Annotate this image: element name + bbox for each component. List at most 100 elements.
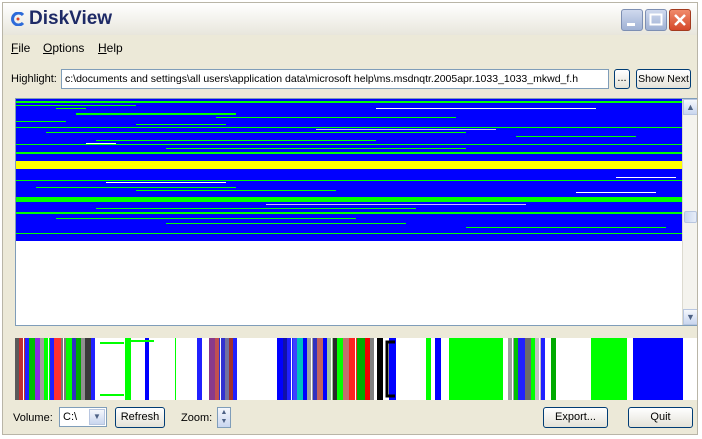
strip-segment[interactable]	[66, 338, 72, 400]
strip-segment[interactable]	[525, 338, 531, 400]
strip-segment[interactable]	[95, 338, 125, 400]
strip-segment[interactable]	[323, 338, 327, 400]
strip-segment[interactable]	[374, 338, 377, 400]
strip-segment[interactable]	[149, 338, 197, 400]
strip-segment[interactable]	[307, 338, 313, 400]
strip-segment[interactable]	[19, 338, 25, 400]
strip-segment[interactable]	[581, 338, 591, 400]
strip-segment[interactable]	[72, 338, 76, 400]
menu-options[interactable]: Options	[43, 41, 84, 55]
scroll-down-icon[interactable]: ▼	[683, 309, 697, 325]
strip-segment[interactable]	[518, 338, 525, 400]
strip-segment[interactable]	[287, 338, 293, 400]
disk-cluster-map[interactable]	[16, 99, 682, 325]
chevron-down-icon[interactable]: ▼	[89, 409, 105, 425]
strip-segment[interactable]	[514, 338, 518, 400]
strip-segment[interactable]	[535, 338, 541, 400]
strip-segment[interactable]	[556, 338, 581, 400]
show-next-button[interactable]: Show Next	[636, 69, 691, 89]
highlight-path-field[interactable]: c:\documents and settings\all users\appl…	[61, 69, 609, 89]
strip-segment[interactable]	[313, 338, 317, 400]
strip-segment[interactable]	[449, 338, 503, 400]
strip-segment[interactable]	[396, 338, 426, 400]
strip-segment[interactable]	[591, 338, 627, 400]
strip-segment[interactable]	[225, 338, 229, 400]
strip-segment[interactable]	[683, 338, 698, 400]
zoom-label: Zoom:	[181, 412, 213, 424]
menu-file[interactable]: File	[11, 41, 30, 55]
strip-segment[interactable]	[29, 338, 35, 400]
strip-segment[interactable]	[293, 338, 297, 400]
scrollbar-thumb[interactable]	[684, 211, 697, 223]
strip-segment[interactable]	[303, 338, 307, 400]
vertical-scrollbar[interactable]: ▲ ▼	[682, 99, 697, 325]
strip-segment[interactable]	[551, 338, 556, 400]
strip-segment[interactable]	[202, 338, 209, 400]
strip-segment[interactable]	[370, 338, 374, 400]
quit-button[interactable]: Quit	[628, 407, 693, 428]
strip-segment[interactable]	[219, 338, 225, 400]
strip-segment[interactable]	[435, 338, 441, 400]
strip-segment[interactable]	[426, 338, 431, 400]
strip-segment[interactable]	[441, 338, 449, 400]
strip-segment[interactable]	[627, 338, 633, 400]
strip-segment[interactable]	[145, 338, 149, 400]
title-bar[interactable]: DiskView	[3, 3, 697, 35]
strip-line	[129, 338, 130, 400]
strip-segment[interactable]	[545, 338, 551, 400]
maximize-button[interactable]	[645, 9, 667, 31]
strip-segment[interactable]	[54, 338, 61, 400]
strip-segment[interactable]	[333, 338, 337, 400]
maximize-icon	[649, 13, 663, 26]
strip-segment[interactable]	[337, 338, 343, 400]
close-button[interactable]	[669, 9, 691, 31]
strip-segment[interactable]	[131, 338, 145, 400]
menu-help[interactable]: Help	[98, 41, 123, 55]
strip-segment[interactable]	[357, 338, 365, 400]
strip-segment[interactable]	[25, 338, 29, 400]
strip-segment[interactable]	[431, 338, 435, 400]
strip-segment[interactable]	[40, 338, 44, 400]
strip-segment[interactable]	[508, 338, 514, 400]
strip-segment[interactable]	[44, 338, 50, 400]
cluster-map-panel[interactable]: ▲ ▼	[15, 98, 697, 326]
strip-segment[interactable]	[81, 338, 85, 400]
strip-segment[interactable]	[237, 338, 277, 400]
volume-overview-bars[interactable]	[15, 338, 698, 400]
refresh-button[interactable]: Refresh	[115, 407, 165, 428]
strip-segment[interactable]	[209, 338, 215, 400]
strip-segment[interactable]	[377, 338, 383, 400]
strip-segment[interactable]	[125, 338, 131, 400]
strip-segment[interactable]	[85, 338, 91, 400]
zoom-spinner[interactable]: ▲ ▼	[217, 407, 231, 428]
strip-segment[interactable]	[76, 338, 81, 400]
strip-segment[interactable]	[297, 338, 303, 400]
volume-select[interactable]: C:\ ▼	[59, 407, 107, 427]
strip-segment[interactable]	[197, 338, 202, 400]
strip-segment[interactable]	[91, 338, 95, 400]
strip-segment[interactable]	[327, 338, 333, 400]
strip-segment[interactable]	[15, 338, 19, 400]
strip-segment[interactable]	[365, 338, 370, 400]
strip-segment[interactable]	[317, 338, 323, 400]
minimize-icon	[627, 23, 635, 26]
strip-mark	[130, 340, 154, 342]
strip-segment[interactable]	[233, 338, 237, 400]
strip-segment[interactable]	[50, 338, 54, 400]
volume-overview-strip[interactable]	[15, 338, 698, 400]
export-button[interactable]: Export...	[543, 407, 608, 428]
strip-segment[interactable]	[229, 338, 233, 400]
strip-segment[interactable]	[541, 338, 545, 400]
strip-segment[interactable]	[503, 338, 508, 400]
strip-segment[interactable]	[35, 338, 40, 400]
strip-segment[interactable]	[283, 338, 287, 400]
strip-segment[interactable]	[633, 338, 683, 400]
strip-segment[interactable]	[277, 338, 283, 400]
strip-segment[interactable]	[343, 338, 349, 400]
browse-button[interactable]: ...	[614, 69, 630, 89]
scroll-up-icon[interactable]: ▲	[683, 99, 697, 115]
strip-segment[interactable]	[389, 338, 396, 400]
strip-segment[interactable]	[531, 338, 535, 400]
strip-segment[interactable]	[215, 338, 219, 400]
minimize-button[interactable]	[621, 9, 643, 31]
